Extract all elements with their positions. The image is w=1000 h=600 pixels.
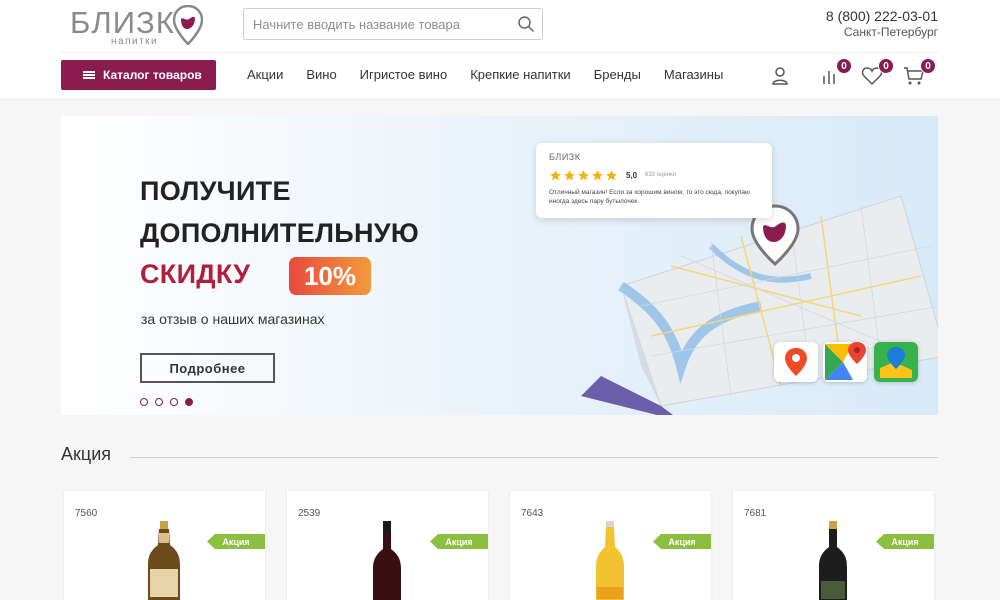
promo-tag: Акция bbox=[653, 534, 711, 549]
product-card[interactable]: 7560 Акция bbox=[64, 491, 265, 600]
city-selector[interactable]: Санкт-Петербург bbox=[844, 25, 938, 39]
yandex-maps-app-icon bbox=[774, 342, 818, 382]
wine-bottle-image bbox=[373, 521, 401, 600]
product-code: 7681 bbox=[744, 508, 767, 519]
beer-bottle-image bbox=[148, 521, 180, 600]
menu-item-wine[interactable]: Вино bbox=[306, 67, 336, 82]
product-code: 7560 bbox=[75, 508, 98, 519]
star-icon bbox=[606, 170, 617, 181]
cart-count-badge: 0 bbox=[920, 58, 936, 74]
product-card[interactable]: 7643 Акция bbox=[510, 491, 711, 600]
logo-subtitle: напитки bbox=[111, 36, 159, 47]
user-icon bbox=[772, 67, 788, 85]
catalog-button[interactable]: Каталог товаров bbox=[61, 60, 216, 90]
promo-tag: Акция bbox=[207, 534, 265, 549]
slider-dot-2[interactable] bbox=[155, 398, 163, 406]
slider-dot-4-active[interactable] bbox=[185, 398, 193, 406]
review-stars bbox=[549, 169, 618, 182]
menu-icon bbox=[83, 71, 95, 79]
phone-number[interactable]: 8 (800) 222-03-01 bbox=[826, 8, 938, 24]
search-icon[interactable] bbox=[517, 15, 535, 33]
beer-bottle-image bbox=[819, 521, 847, 600]
review-brand: БЛИЗК bbox=[549, 152, 581, 162]
promo-tag: Акция bbox=[876, 534, 934, 549]
section-divider bbox=[130, 457, 938, 458]
logo-pin-icon bbox=[173, 5, 203, 45]
beer-bottle-image bbox=[596, 521, 624, 600]
more-details-button[interactable]: Подробнее bbox=[140, 353, 275, 383]
compare-count-badge: 0 bbox=[836, 58, 852, 74]
menu-item-brands[interactable]: Бренды bbox=[594, 67, 641, 82]
product-code: 2539 bbox=[298, 508, 321, 519]
cart-button[interactable]: 0 bbox=[902, 58, 936, 88]
menu-item-stores[interactable]: Магазины bbox=[664, 67, 724, 82]
header-divider bbox=[61, 52, 938, 53]
search-input[interactable] bbox=[244, 9, 510, 39]
menu-item-spirits[interactable]: Крепкие напитки bbox=[470, 67, 570, 82]
catalog-button-label: Каталог товаров bbox=[103, 68, 202, 82]
account-button[interactable] bbox=[768, 64, 792, 88]
review-count: 633 оценки bbox=[645, 172, 677, 178]
compare-button[interactable]: 0 bbox=[818, 58, 852, 88]
site-header: БЛИЗК напитки 8 (800) 222-03-01 Санкт-Пе… bbox=[0, 0, 1000, 100]
slider-dot-1[interactable] bbox=[140, 398, 148, 406]
favorites-button[interactable]: 0 bbox=[860, 58, 894, 88]
menu-item-sparkling-wine[interactable]: Игристое вино bbox=[360, 67, 448, 82]
review-card: БЛИЗК 5,0 633 оценки Отличный магазин! Е… bbox=[536, 143, 772, 218]
search-box bbox=[243, 8, 543, 40]
slider-dot-3[interactable] bbox=[170, 398, 178, 406]
google-maps-app-icon bbox=[823, 342, 867, 382]
discount-badge: 10% bbox=[289, 257, 371, 295]
logo[interactable]: БЛИЗК напитки bbox=[70, 5, 210, 47]
slider-dots bbox=[140, 398, 193, 406]
star-icon bbox=[564, 170, 575, 181]
banner-heading-line-2: ДОПОЛНИТЕЛЬНУЮ bbox=[140, 218, 420, 248]
star-icon bbox=[550, 170, 561, 181]
section-title-promotions[interactable]: Акция bbox=[61, 444, 111, 465]
product-code: 7643 bbox=[521, 508, 544, 519]
main-menu: Акции Вино Игристое вино Крепкие напитки… bbox=[247, 67, 746, 82]
star-icon bbox=[592, 170, 603, 181]
product-card[interactable]: 2539 Акция bbox=[287, 491, 488, 600]
favorites-count-badge: 0 bbox=[878, 58, 894, 74]
banner-heading-line-1: ПОЛУЧИТЕ bbox=[140, 176, 291, 206]
promo-banner[interactable]: БЛИЗК 5,0 633 оценки Отличный магазин! Е… bbox=[61, 116, 938, 415]
review-text: Отличный магазин! Если за хорошим вином,… bbox=[549, 189, 750, 205]
menu-item-promotions[interactable]: Акции bbox=[247, 67, 283, 82]
star-icon bbox=[578, 170, 589, 181]
product-card[interactable]: 7681 Акция bbox=[733, 491, 934, 600]
banner-subtitle: за отзыв о наших магазинах bbox=[141, 311, 325, 327]
banner-heading-line-3: СКИДКУ bbox=[140, 259, 251, 289]
review-rating: 5,0 bbox=[626, 171, 638, 180]
2gis-app-icon bbox=[874, 342, 918, 382]
promo-tag: Акция bbox=[430, 534, 488, 549]
